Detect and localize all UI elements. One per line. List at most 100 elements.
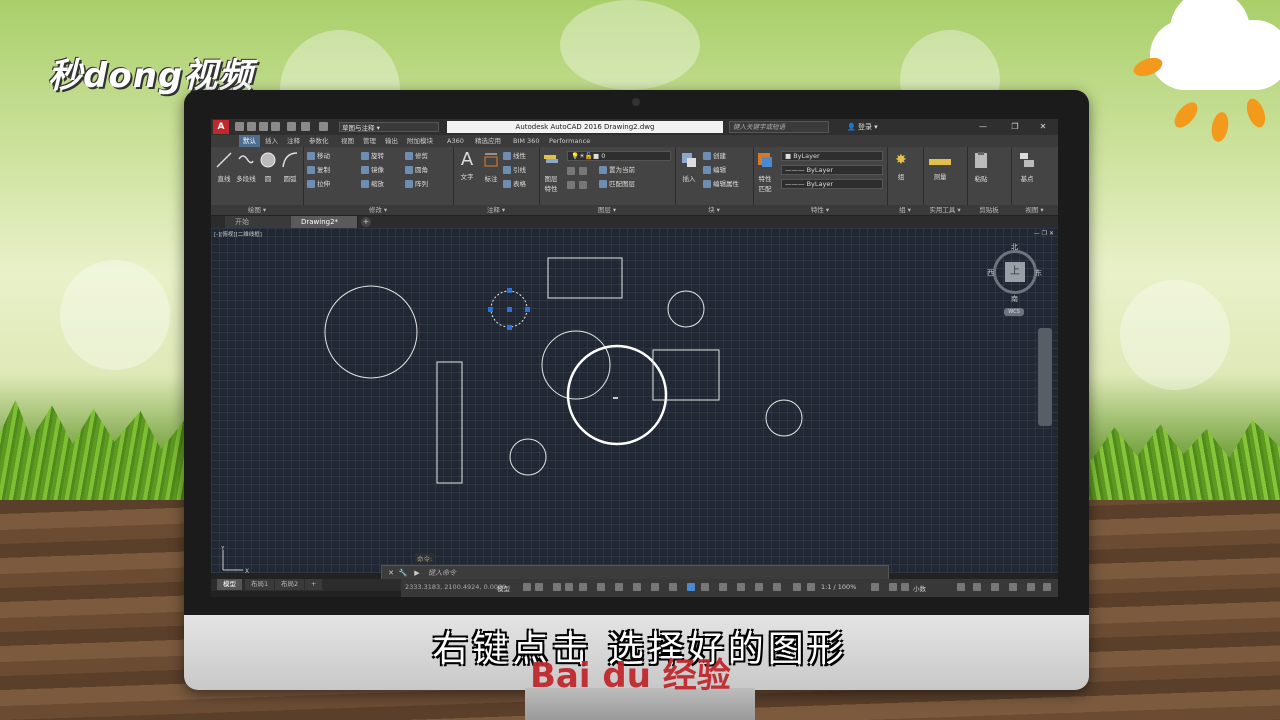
close-button[interactable]: ✕ xyxy=(1031,121,1055,133)
model-space-button[interactable]: 模型 xyxy=(497,583,510,593)
ortho-icon[interactable] xyxy=(565,583,573,591)
transparency-icon[interactable] xyxy=(651,583,659,591)
grid-icon[interactable] xyxy=(523,583,531,591)
lineweight-icon[interactable] xyxy=(633,583,641,591)
layer-select[interactable]: 💡☀🔓■ 0 xyxy=(567,151,671,161)
match-layer-button[interactable]: 匹配图层 xyxy=(599,179,635,189)
shape-circle[interactable] xyxy=(324,285,418,379)
panel-clipboard-label[interactable]: 剪贴板 xyxy=(967,205,1011,215)
grip-handle[interactable] xyxy=(525,307,530,312)
panel-layers-label[interactable]: 图层 ▾ xyxy=(539,205,675,215)
coordinates-readout[interactable]: 2333.3183, 2100.4924, 0.0000 xyxy=(405,583,506,591)
annotation-scale-select[interactable]: 1:1 / 100% xyxy=(821,583,856,591)
move-button[interactable]: 移动 xyxy=(307,151,330,161)
polar-icon[interactable] xyxy=(579,583,587,591)
snap-icon[interactable] xyxy=(535,583,543,591)
grip-handle[interactable] xyxy=(488,307,493,312)
table-button[interactable]: 表格 xyxy=(503,179,526,189)
autocad-logo-icon[interactable]: A xyxy=(213,120,229,134)
viewcube-east[interactable]: 东 xyxy=(1035,268,1042,278)
units-select[interactable]: 小数 xyxy=(913,583,926,593)
tab-addins[interactable]: 附加模块 xyxy=(403,135,437,147)
color-select[interactable]: ■ ByLayer xyxy=(781,151,883,161)
match-properties-button[interactable]: 特性 匹配 xyxy=(755,151,775,193)
wcs-menu[interactable]: WCS xyxy=(1004,308,1024,316)
viewcube[interactable]: 上 北 南 东 西 xyxy=(987,242,1045,304)
plus-icon[interactable] xyxy=(889,583,897,591)
panel-utilities-label[interactable]: 实用工具 ▾ xyxy=(923,205,967,215)
command-close-icon[interactable]: ✕ xyxy=(386,567,396,579)
panel-annotation-label[interactable]: 注释 ▾ xyxy=(453,205,539,215)
circle-button[interactable]: 圆 xyxy=(259,151,277,183)
tab-start[interactable]: 开始 xyxy=(225,216,294,228)
linear-button[interactable]: 线性 xyxy=(503,151,526,161)
shape-circle[interactable] xyxy=(667,290,705,328)
arc-button[interactable]: 圆弧 xyxy=(281,151,299,183)
lineweight-select[interactable]: ——— ByLayer xyxy=(781,179,883,189)
layer-tool-icon[interactable] xyxy=(567,167,575,175)
tab-drawing2[interactable]: Drawing2* xyxy=(291,216,358,228)
edit-attribute-button[interactable]: 编辑属性 xyxy=(703,179,739,189)
login-button[interactable]: 👤 登录 ▾ xyxy=(847,121,878,133)
line-button[interactable]: 直线 xyxy=(215,151,233,183)
tab-model[interactable]: 模型 xyxy=(217,579,242,590)
new-icon[interactable] xyxy=(235,122,244,131)
command-input[interactable]: 键入命令 xyxy=(428,567,456,579)
tab-output[interactable]: 输出 xyxy=(381,135,402,147)
panel-properties-label[interactable]: 特性 ▾ xyxy=(753,205,887,215)
trim-button[interactable]: 修剪 xyxy=(405,151,428,161)
command-prompt-icon[interactable]: ▶ xyxy=(412,567,422,579)
saveas-icon[interactable] xyxy=(271,122,280,131)
command-settings-icon[interactable]: 🔧 xyxy=(398,567,408,579)
paste-button[interactable]: 粘贴 xyxy=(971,151,991,183)
plot-icon[interactable] xyxy=(287,122,296,131)
linetype-select[interactable]: ——— ByLayer xyxy=(781,165,883,175)
measure-button[interactable]: 测量 xyxy=(927,151,953,181)
search-input[interactable]: 键入关键字或短语 xyxy=(729,121,829,133)
grip-handle[interactable] xyxy=(507,325,512,330)
lock-ui-icon[interactable] xyxy=(973,583,981,591)
tab-featured[interactable]: 精选应用 xyxy=(471,135,505,147)
tab-layout1[interactable]: 布局1 xyxy=(245,579,275,590)
clean-screen-icon[interactable] xyxy=(1009,583,1017,591)
add-layout-button[interactable]: + xyxy=(305,579,323,590)
drawing-canvas[interactable]: [-][俯视][二维线框] — ❐ ✕ 上 北 南 东 西 WCS Y X xyxy=(211,228,1058,575)
shape-rectangle[interactable] xyxy=(547,257,623,299)
annotation-visibility-icon[interactable] xyxy=(773,583,781,591)
workspace-select[interactable]: 草图与注释 ▾ xyxy=(339,122,439,132)
dimension-button[interactable]: 标注 xyxy=(481,151,501,183)
dynamic-ucs-icon[interactable] xyxy=(701,583,709,591)
base-view-button[interactable]: 基点 xyxy=(1017,151,1037,183)
annotation-monitor-icon[interactable] xyxy=(737,583,745,591)
gizmo-icon[interactable] xyxy=(719,583,727,591)
save-icon[interactable] xyxy=(259,122,268,131)
maximize-button[interactable]: ❐ xyxy=(1003,121,1027,133)
polyline-button[interactable]: 多段线 xyxy=(235,151,257,183)
shape-circle[interactable] xyxy=(541,330,611,400)
panel-view-label[interactable]: 视图 ▾ xyxy=(1011,205,1058,215)
viewcube-north[interactable]: 北 xyxy=(1011,242,1018,252)
rotate-button[interactable]: 旋转 xyxy=(361,151,384,161)
hardware-accel-icon[interactable] xyxy=(991,583,999,591)
insert-button[interactable]: 插入 xyxy=(679,151,699,183)
tab-manage[interactable]: 管理 xyxy=(359,135,380,147)
create-block-button[interactable]: 创建 xyxy=(703,151,726,161)
new-tab-button[interactable]: + xyxy=(361,217,371,227)
open-icon[interactable] xyxy=(247,122,256,131)
tab-layout2[interactable]: 布局2 xyxy=(275,579,305,590)
shape-circle-highlighted[interactable] xyxy=(566,344,668,446)
units-icon[interactable] xyxy=(755,583,763,591)
text-button[interactable]: A 文字 xyxy=(457,151,477,182)
osnap-icon[interactable] xyxy=(615,583,623,591)
tab-a360[interactable]: A360 xyxy=(443,135,468,147)
copy-button[interactable]: 复制 xyxy=(307,165,330,175)
shape-circle[interactable] xyxy=(509,438,547,476)
make-current-button[interactable]: 置为当前 xyxy=(599,165,635,175)
tab-default[interactable]: 默认 xyxy=(239,135,260,147)
panel-modify-label[interactable]: 修改 ▾ xyxy=(303,205,453,215)
viewcube-west[interactable]: 西 xyxy=(987,268,994,278)
selection-cycling-icon[interactable] xyxy=(669,583,677,591)
stretch-button[interactable]: 拉伸 xyxy=(307,179,330,189)
anno-autoscale-icon[interactable] xyxy=(807,583,815,591)
mirror-button[interactable]: 镜像 xyxy=(361,165,384,175)
